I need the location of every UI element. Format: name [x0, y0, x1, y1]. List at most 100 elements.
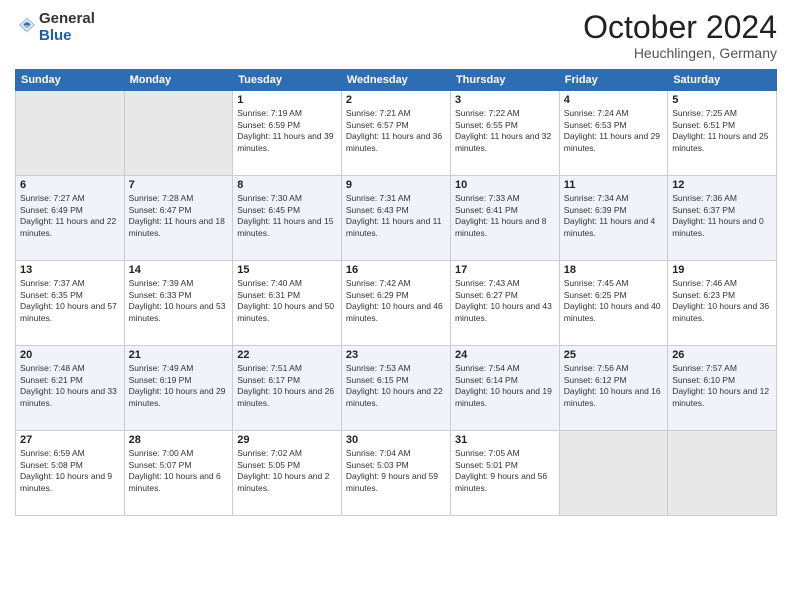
day-number: 3 [455, 94, 555, 106]
calendar-cell: 29 Sunrise: 7:02 AMSunset: 5:05 PMDayligh… [233, 431, 342, 516]
day-number: 10 [455, 179, 555, 191]
day-number: 28 [129, 434, 229, 446]
day-number: 5 [672, 94, 772, 106]
day-info: Sunrise: 7:21 AMSunset: 6:57 PMDaylight:… [346, 108, 446, 154]
day-info: Sunrise: 7:56 AMSunset: 6:12 PMDaylight:… [564, 363, 663, 409]
day-info: Sunrise: 7:25 AMSunset: 6:51 PMDaylight:… [672, 108, 772, 154]
logo-general: General [39, 10, 95, 27]
calendar-header-row: SundayMondayTuesdayWednesdayThursdayFrid… [16, 70, 777, 91]
day-number: 19 [672, 264, 772, 276]
day-number: 2 [346, 94, 446, 106]
day-number: 24 [455, 349, 555, 361]
calendar-cell: 1 Sunrise: 7:19 AMSunset: 6:59 PMDaylight… [233, 91, 342, 176]
calendar-cell: 13 Sunrise: 7:37 AMSunset: 6:35 PMDayligh… [16, 261, 125, 346]
column-header-monday: Monday [124, 70, 233, 91]
calendar-cell: 20Sunrise: 7:48 AMSunset: 6:21 PMDayligh… [16, 346, 125, 431]
calendar-cell [124, 91, 233, 176]
calendar-cell: 11Sunrise: 7:34 AMSunset: 6:39 PMDayligh… [559, 176, 667, 261]
day-info: Sunrise: 7:31 AMSunset: 6:43 PMDaylight:… [346, 193, 446, 239]
calendar-cell: 4Sunrise: 7:24 AMSunset: 6:53 PMDaylight… [559, 91, 667, 176]
week-row-3: 13 Sunrise: 7:37 AMSunset: 6:35 PMDayligh… [16, 261, 777, 346]
logo: General Blue [15, 10, 95, 45]
day-number: 7 [129, 179, 229, 191]
day-number: 9 [346, 179, 446, 191]
column-header-thursday: Thursday [450, 70, 559, 91]
day-number: 27 [20, 434, 120, 446]
day-number: 26 [672, 349, 772, 361]
calendar-cell: 28 Sunrise: 7:00 AMSunset: 5:07 PMDayligh… [124, 431, 233, 516]
day-number: 22 [237, 349, 337, 361]
day-number: 25 [564, 349, 663, 361]
day-info: Sunrise: 7:37 AMSunset: 6:35 PMDaylight:… [20, 278, 120, 324]
calendar-cell: 19 Sunrise: 7:46 AMSunset: 6:23 PMDayligh… [668, 261, 777, 346]
day-info: Sunrise: 7:36 AMSunset: 6:37 PMDaylight:… [672, 193, 772, 239]
day-number: 13 [20, 264, 120, 276]
week-row-1: 1 Sunrise: 7:19 AMSunset: 6:59 PMDaylight… [16, 91, 777, 176]
day-info: Sunrise: 7:42 AMSunset: 6:29 PMDaylight:… [346, 278, 446, 324]
calendar-cell [16, 91, 125, 176]
day-number: 16 [346, 264, 446, 276]
column-header-saturday: Saturday [668, 70, 777, 91]
day-info: Sunrise: 7:39 AMSunset: 6:33 PMDaylight:… [129, 278, 229, 324]
header: General Blue October 2024 Heuchlingen, G… [15, 10, 777, 61]
calendar-cell: 7Sunrise: 7:28 AMSunset: 6:47 PMDaylight… [124, 176, 233, 261]
calendar-cell: 22 Sunrise: 7:51 AMSunset: 6:17 PMDayligh… [233, 346, 342, 431]
day-number: 14 [129, 264, 229, 276]
calendar-cell: 18Sunrise: 7:45 AMSunset: 6:25 PMDayligh… [559, 261, 667, 346]
calendar-cell: 21Sunrise: 7:49 AMSunset: 6:19 PMDayligh… [124, 346, 233, 431]
day-number: 23 [346, 349, 446, 361]
day-info: Sunrise: 7:53 AMSunset: 6:15 PMDaylight:… [346, 363, 446, 409]
day-info: Sunrise: 7:24 AMSunset: 6:53 PMDaylight:… [564, 108, 663, 154]
day-number: 8 [237, 179, 337, 191]
day-number: 30 [346, 434, 446, 446]
day-number: 6 [20, 179, 120, 191]
day-info: Sunrise: 7:22 AMSunset: 6:55 PMDaylight:… [455, 108, 555, 154]
day-number: 15 [237, 264, 337, 276]
day-info: Sunrise: 7:46 AMSunset: 6:23 PMDaylight:… [672, 278, 772, 324]
day-info: Sunrise: 7:19 AMSunset: 6:59 PMDaylight:… [237, 108, 337, 154]
day-info: Sunrise: 7:49 AMSunset: 6:19 PMDaylight:… [129, 363, 229, 409]
day-info: Sunrise: 7:02 AMSunset: 5:05 PMDaylight:… [237, 448, 337, 494]
calendar-cell: 27Sunrise: 6:59 AMSunset: 5:08 PMDayligh… [16, 431, 125, 516]
logo-blue: Blue [39, 27, 72, 44]
month-title: October 2024 [583, 10, 777, 45]
calendar-cell: 17 Sunrise: 7:43 AMSunset: 6:27 PMDayligh… [450, 261, 559, 346]
day-info: Sunrise: 7:45 AMSunset: 6:25 PMDaylight:… [564, 278, 663, 324]
day-info: Sunrise: 7:27 AMSunset: 6:49 PMDaylight:… [20, 193, 120, 239]
title-block: October 2024 Heuchlingen, Germany [583, 10, 777, 61]
calendar-table: SundayMondayTuesdayWednesdayThursdayFrid… [15, 69, 777, 516]
calendar-cell [668, 431, 777, 516]
calendar-cell: 2 Sunrise: 7:21 AMSunset: 6:57 PMDaylight… [341, 91, 450, 176]
day-number: 17 [455, 264, 555, 276]
calendar-cell: 26 Sunrise: 7:57 AMSunset: 6:10 PMDayligh… [668, 346, 777, 431]
calendar-cell: 5 Sunrise: 7:25 AMSunset: 6:51 PMDaylight… [668, 91, 777, 176]
day-info: Sunrise: 7:40 AMSunset: 6:31 PMDaylight:… [237, 278, 337, 324]
day-info: Sunrise: 7:43 AMSunset: 6:27 PMDaylight:… [455, 278, 555, 324]
logo-icon [17, 11, 37, 39]
calendar-cell: 9 Sunrise: 7:31 AMSunset: 6:43 PMDaylight… [341, 176, 450, 261]
day-number: 29 [237, 434, 337, 446]
logo-text: General Blue [39, 10, 95, 45]
day-info: Sunrise: 7:54 AMSunset: 6:14 PMDaylight:… [455, 363, 555, 409]
day-number: 12 [672, 179, 772, 191]
column-header-tuesday: Tuesday [233, 70, 342, 91]
day-info: Sunrise: 7:51 AMSunset: 6:17 PMDaylight:… [237, 363, 337, 409]
calendar-cell: 30 Sunrise: 7:04 AMSunset: 5:03 PMDayligh… [341, 431, 450, 516]
day-info: Sunrise: 7:30 AMSunset: 6:45 PMDaylight:… [237, 193, 337, 239]
day-number: 1 [237, 94, 337, 106]
day-number: 11 [564, 179, 663, 191]
day-info: Sunrise: 7:00 AMSunset: 5:07 PMDaylight:… [129, 448, 229, 494]
calendar-cell: 10Sunrise: 7:33 AMSunset: 6:41 PMDayligh… [450, 176, 559, 261]
page: General Blue October 2024 Heuchlingen, G… [0, 0, 792, 612]
calendar-cell: 6 Sunrise: 7:27 AMSunset: 6:49 PMDaylight… [16, 176, 125, 261]
calendar-cell: 14 Sunrise: 7:39 AMSunset: 6:33 PMDayligh… [124, 261, 233, 346]
calendar-cell: 12 Sunrise: 7:36 AMSunset: 6:37 PMDayligh… [668, 176, 777, 261]
calendar-cell: 25 Sunrise: 7:56 AMSunset: 6:12 PMDayligh… [559, 346, 667, 431]
week-row-5: 27Sunrise: 6:59 AMSunset: 5:08 PMDayligh… [16, 431, 777, 516]
day-info: Sunrise: 7:04 AMSunset: 5:03 PMDaylight:… [346, 448, 446, 494]
day-info: Sunrise: 7:57 AMSunset: 6:10 PMDaylight:… [672, 363, 772, 409]
day-number: 20 [20, 349, 120, 361]
week-row-4: 20Sunrise: 7:48 AMSunset: 6:21 PMDayligh… [16, 346, 777, 431]
column-header-wednesday: Wednesday [341, 70, 450, 91]
column-header-sunday: Sunday [16, 70, 125, 91]
